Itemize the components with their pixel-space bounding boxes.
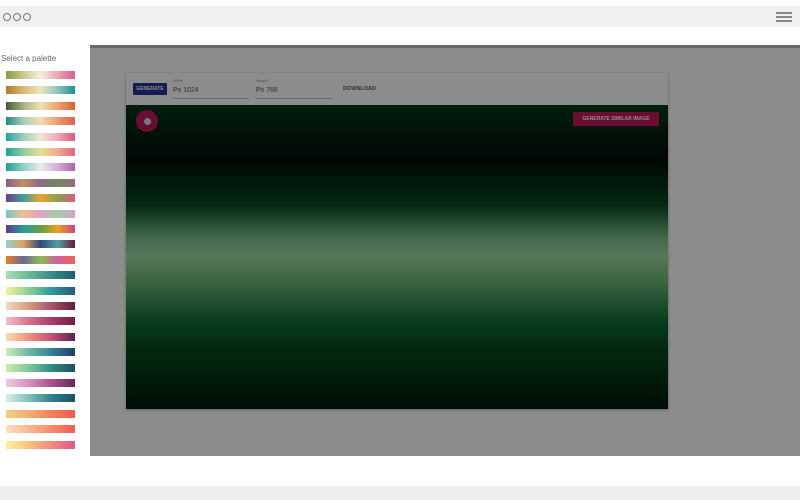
main-area: GENERATE Width Px 1024 Height Px 768 DOW… — [90, 45, 800, 456]
palette-option[interactable] — [6, 317, 75, 326]
bottom-bar — [0, 486, 800, 500]
palette-option[interactable] — [6, 101, 75, 110]
window-control-icon[interactable] — [3, 13, 11, 21]
browser-toolbar — [0, 6, 800, 27]
palette-option[interactable] — [6, 394, 75, 403]
palette-option[interactable] — [6, 379, 75, 387]
width-input[interactable]: Px 1024 — [173, 87, 249, 94]
palette-option[interactable] — [6, 132, 75, 141]
palette-option[interactable] — [6, 194, 75, 203]
palette-option[interactable] — [6, 255, 75, 264]
palette-sidebar: Select a palette — [0, 45, 90, 456]
generate-button[interactable]: GENERATE — [133, 83, 167, 95]
window-control-icon[interactable] — [13, 13, 21, 21]
palette-option[interactable] — [6, 178, 75, 187]
overlay-shadow — [90, 45, 800, 48]
palette-option[interactable] — [6, 348, 75, 357]
window-control-icon[interactable] — [23, 13, 31, 21]
palette-option[interactable] — [6, 271, 75, 280]
palette-option[interactable] — [6, 425, 75, 434]
width-field[interactable]: Width Px 1024 — [173, 78, 249, 99]
hamburger-menu-icon[interactable] — [776, 12, 792, 22]
palette-option[interactable] — [6, 86, 75, 95]
palette-option[interactable] — [6, 240, 75, 249]
generated-image: GENERATE SIMILAR IMAGE — [126, 105, 668, 409]
palette-option[interactable] — [6, 332, 75, 341]
height-input[interactable]: Px 768 — [256, 87, 332, 94]
width-label: Width — [173, 78, 184, 83]
palette-option[interactable] — [6, 440, 75, 449]
palette-option[interactable] — [6, 163, 75, 172]
height-field[interactable]: Height Px 768 — [256, 78, 332, 99]
palette-option[interactable] — [6, 71, 75, 79]
palette-option[interactable] — [6, 117, 75, 126]
palette-option[interactable] — [6, 409, 75, 418]
palette-fab-button[interactable] — [136, 110, 158, 132]
sidebar-title: Select a palette — [1, 54, 57, 63]
download-button[interactable]: DOWNLOAD — [343, 86, 376, 92]
palette-icon — [143, 117, 151, 125]
generate-similar-button[interactable]: GENERATE SIMILAR IMAGE — [573, 112, 659, 126]
height-label: Height — [256, 78, 268, 83]
generator-panel: GENERATE Width Px 1024 Height Px 768 DOW… — [126, 73, 668, 409]
palette-option[interactable] — [6, 363, 75, 372]
palette-option[interactable] — [6, 225, 75, 233]
palette-option[interactable] — [6, 302, 75, 310]
palette-option[interactable] — [6, 148, 75, 156]
palette-option[interactable] — [6, 209, 75, 218]
palette-option[interactable] — [6, 286, 75, 295]
